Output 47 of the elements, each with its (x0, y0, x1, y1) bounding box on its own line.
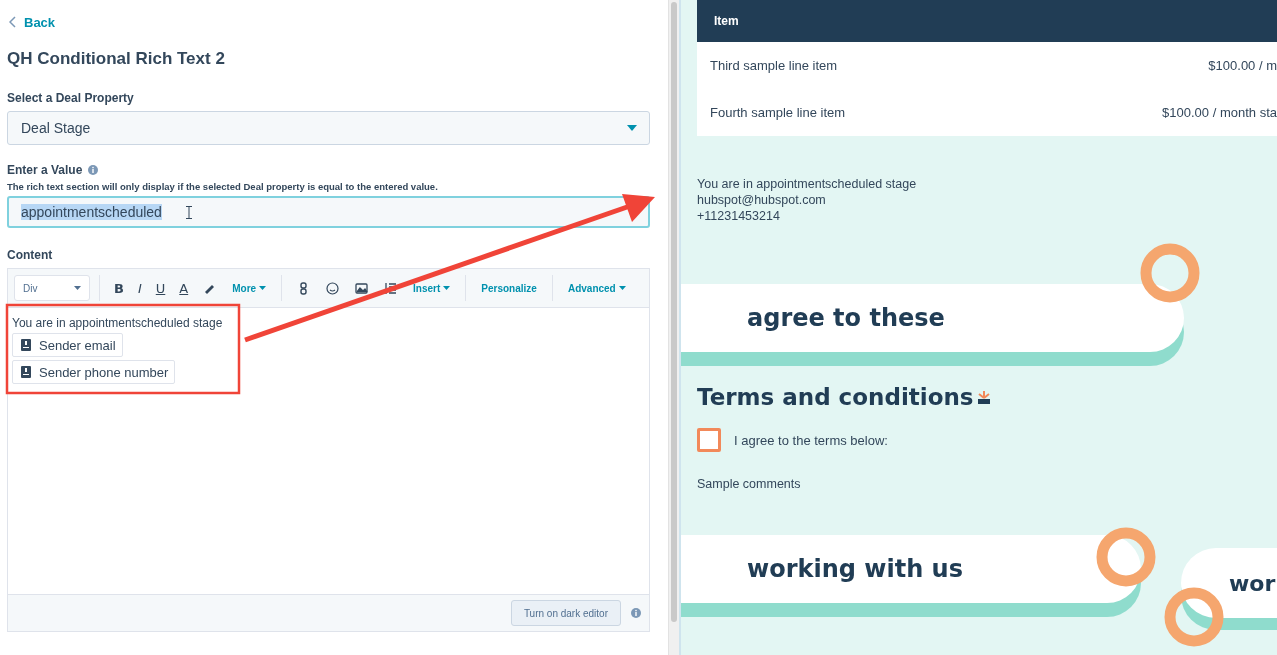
chevron-left-icon (9, 16, 16, 28)
text-cursor-icon (185, 205, 192, 219)
info-icon (631, 608, 641, 618)
value-input[interactable]: appointmentscheduled (7, 196, 650, 228)
checkbox-label: I agree to the terms below: (734, 432, 888, 448)
field-label: Enter a Value (7, 163, 83, 177)
dark-editor-button[interactable]: Turn on dark editor (510, 600, 621, 626)
caret-icon (443, 286, 451, 290)
menu-button[interactable]: Advanced (561, 282, 632, 294)
table-cell: Fourth sample line item (710, 105, 846, 120)
personalization-token[interactable]: Sender phone number (12, 360, 176, 384)
caret-icon (618, 286, 626, 290)
bold-button[interactable]: B (109, 280, 129, 296)
comments-text: Sample comments (697, 477, 802, 491)
text-color-button[interactable]: A (174, 280, 194, 296)
help-text: The rich text section will only display if the selected Deal property is equal to the entered value. (7, 181, 439, 192)
ring-decoration (1164, 587, 1224, 647)
editor-text: You are in appointmentscheduled stage (12, 316, 223, 330)
rich-text-editor[interactable]: Div B I U A More Insert Personalize Advanced You are in appointmentscheduled stage Sender email Sender phone number Turn on dark editor (7, 268, 650, 632)
page-title: QH Conditional Rich Text 2 (7, 49, 226, 69)
italic-button[interactable]: I (132, 280, 147, 296)
info-icon (88, 165, 99, 175)
caret-icon (74, 286, 81, 290)
contact-card-icon (21, 339, 31, 351)
field-label: Select a Deal Property (7, 91, 134, 105)
caret-icon (627, 125, 637, 131)
field-label: Content (7, 248, 53, 262)
table-header: Item (697, 0, 1277, 42)
table-cell: $100.00 / m (1208, 58, 1277, 73)
personalization-token[interactable]: Sender email (12, 333, 123, 357)
table-cell: Third sample line item (710, 58, 838, 73)
preview-text: +11231453214 (697, 208, 781, 224)
table-cell: $100.00 / month sta (1162, 105, 1277, 120)
section-heading: Terms and conditions (697, 384, 974, 410)
caret-icon (259, 286, 267, 290)
personalize-button[interactable]: Personalize (475, 282, 543, 294)
back-link[interactable]: Back (9, 12, 650, 32)
preview-text: You are in appointmentscheduled stage (697, 176, 918, 192)
ring-decoration (1096, 527, 1156, 587)
checkbox[interactable] (697, 428, 721, 452)
contact-card-icon (21, 366, 31, 378)
ring-decoration (1140, 243, 1200, 303)
menu-button[interactable]: More (226, 282, 273, 294)
block-format-dropdown[interactable]: Div (14, 275, 90, 301)
preview-text: hubspot@hubspot.com (697, 192, 827, 208)
property-dropdown[interactable]: Deal Stage (7, 111, 650, 145)
underline-button[interactable]: U (150, 280, 171, 296)
